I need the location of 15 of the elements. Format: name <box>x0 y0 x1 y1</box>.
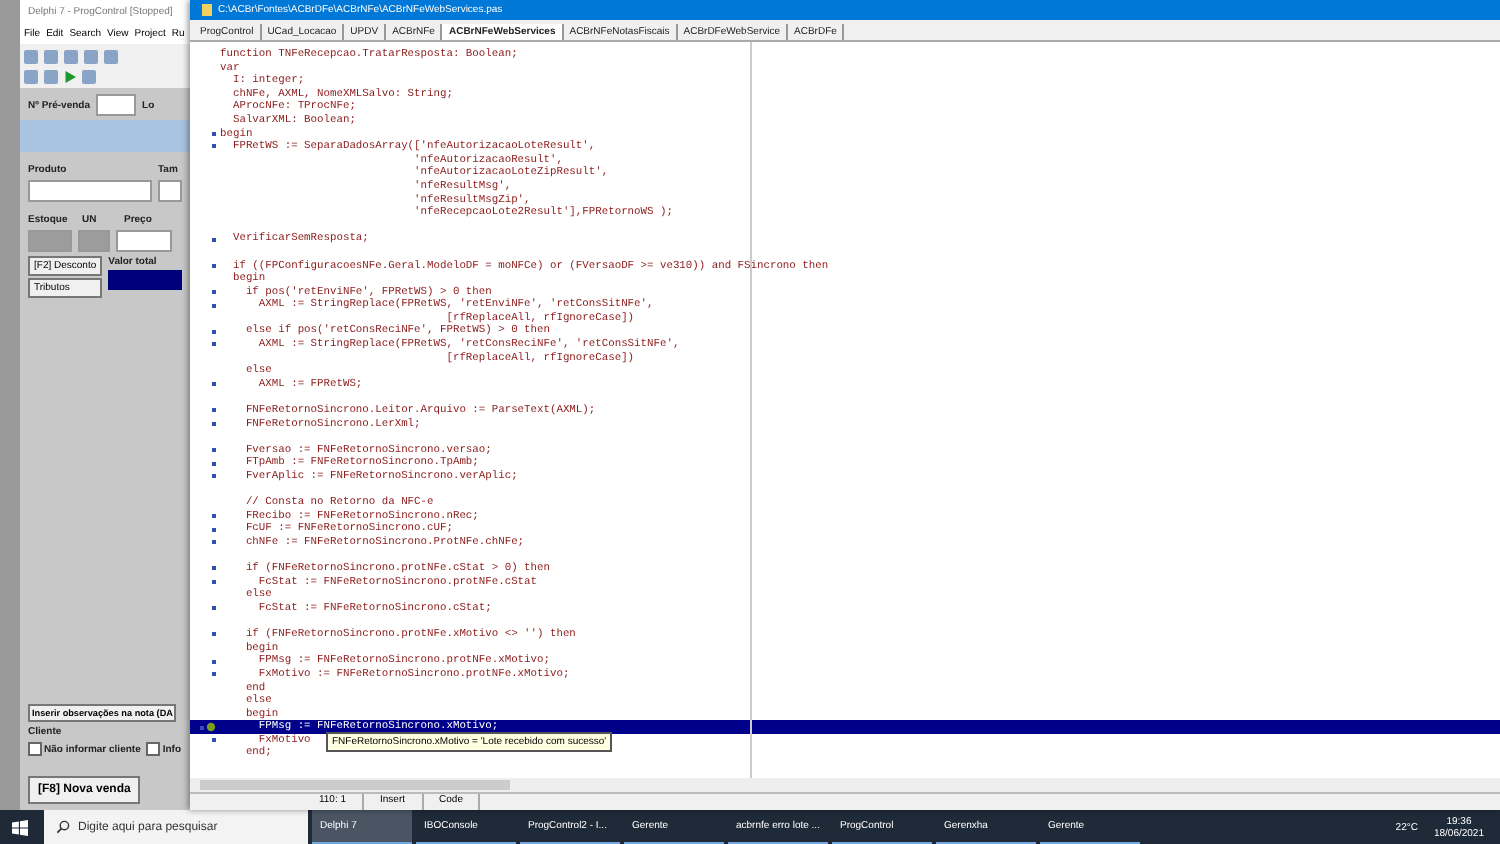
prevenda-field[interactable] <box>96 94 137 116</box>
estoque-field <box>28 230 72 252</box>
valor-total-field <box>108 270 182 290</box>
scrollbar[interactable] <box>190 778 1500 792</box>
preco-field[interactable] <box>116 230 172 252</box>
start-icon[interactable] <box>12 819 28 835</box>
un-field <box>78 230 110 252</box>
search-icon <box>56 820 70 834</box>
produto-field[interactable] <box>28 180 152 202</box>
checkbox[interactable] <box>146 742 161 756</box>
tam-field[interactable] <box>158 180 182 202</box>
run-icon[interactable] <box>64 69 76 83</box>
file-icon <box>202 4 212 16</box>
execution-point-icon <box>206 722 216 733</box>
checkbox[interactable] <box>28 742 42 756</box>
